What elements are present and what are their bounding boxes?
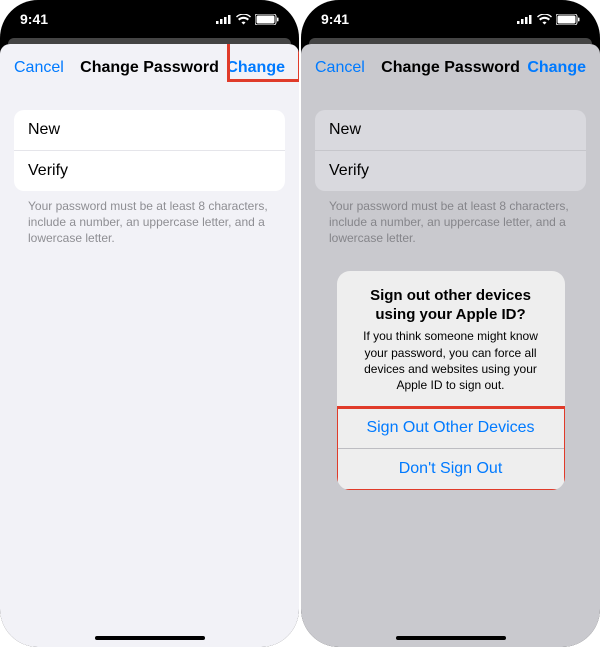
alert-buttons: Sign Out Other Devices Don't Sign Out xyxy=(337,407,565,490)
nav-title: Change Password xyxy=(74,59,225,77)
change-button[interactable]: Change xyxy=(225,59,285,77)
new-password-field[interactable]: New xyxy=(14,110,285,151)
status-bar: 9:41 xyxy=(0,0,299,38)
status-time: 9:41 xyxy=(20,11,48,27)
phone-right: 9:41 Cancel Change Password Change New V… xyxy=(301,0,600,647)
home-indicator[interactable] xyxy=(95,636,205,640)
battery-icon xyxy=(255,14,279,25)
modal-sheet: Cancel Change Password Change New Verify… xyxy=(0,44,299,647)
status-indicators xyxy=(216,14,279,25)
phone-left: 9:41 Cancel Change Password Change Ne xyxy=(0,0,299,647)
wifi-icon xyxy=(236,14,251,25)
wifi-icon xyxy=(537,14,552,25)
battery-icon xyxy=(556,14,580,25)
modal-sheet: Cancel Change Password Change New Verify… xyxy=(301,44,600,647)
password-hint-text: Your password must be at least 8 charact… xyxy=(14,191,285,247)
sign-out-alert: Sign out other devices using your Apple … xyxy=(337,271,565,490)
cellular-signal-icon xyxy=(517,14,533,24)
verify-password-field[interactable]: Verify xyxy=(14,151,285,191)
alert-message: If you think someone might know your pas… xyxy=(351,328,551,393)
cancel-button[interactable]: Cancel xyxy=(14,59,74,77)
nav-bar: Cancel Change Password Change xyxy=(0,44,299,92)
cellular-signal-icon xyxy=(216,14,232,24)
status-indicators xyxy=(517,14,580,25)
home-indicator[interactable] xyxy=(396,636,506,640)
sign-out-other-devices-button[interactable]: Sign Out Other Devices xyxy=(337,408,565,449)
status-time: 9:41 xyxy=(321,11,349,27)
alert-overlay: Sign out other devices using your Apple … xyxy=(301,44,600,647)
alert-title: Sign out other devices using your Apple … xyxy=(351,287,551,325)
dont-sign-out-button[interactable]: Don't Sign Out xyxy=(337,449,565,490)
status-bar: 9:41 xyxy=(301,0,600,38)
password-fields-list: New Verify xyxy=(14,110,285,191)
